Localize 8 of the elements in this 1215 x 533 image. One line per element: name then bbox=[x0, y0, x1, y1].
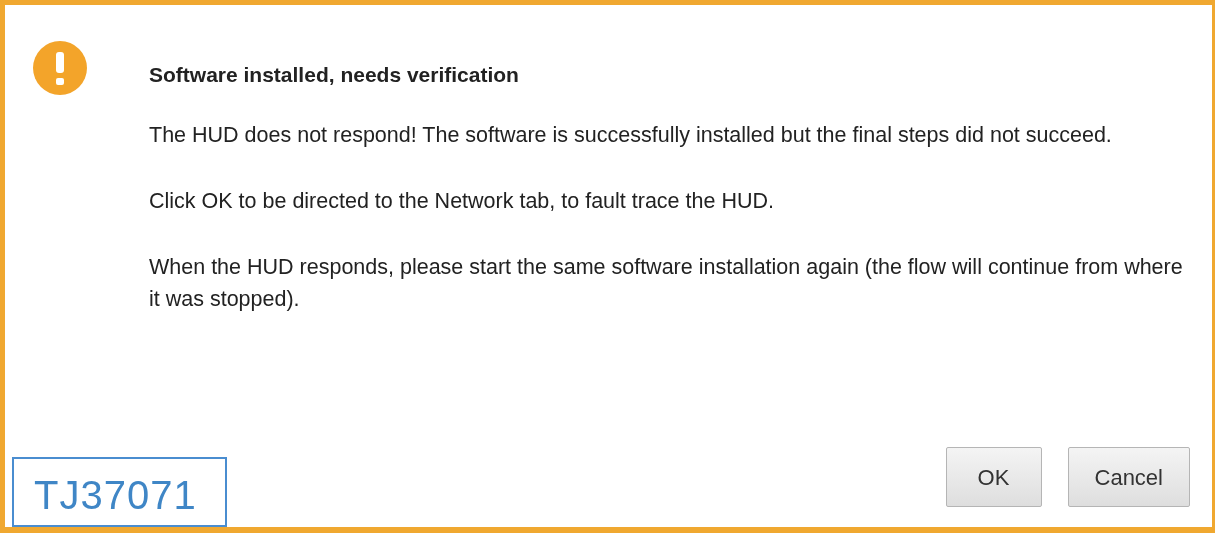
message-text: Click OK to be directed to the Network tab, to fault trace the HUD. bbox=[149, 187, 775, 215]
message-text: The HUD does not respond! The software is successfully installed but the final steps did not succeed. bbox=[149, 121, 1113, 149]
figure-label: TJ37071 bbox=[12, 457, 227, 527]
cancel-button[interactable]: Cancel bbox=[1067, 447, 1190, 507]
ok-button[interactable]: OK bbox=[945, 447, 1042, 507]
message-text: When the HUD responds, please start the same software installation again (the flow will continue from where it was stopped). bbox=[149, 253, 1184, 313]
dialog-title: Software installed, needs verification bbox=[149, 62, 520, 88]
warning-icon bbox=[33, 41, 87, 95]
